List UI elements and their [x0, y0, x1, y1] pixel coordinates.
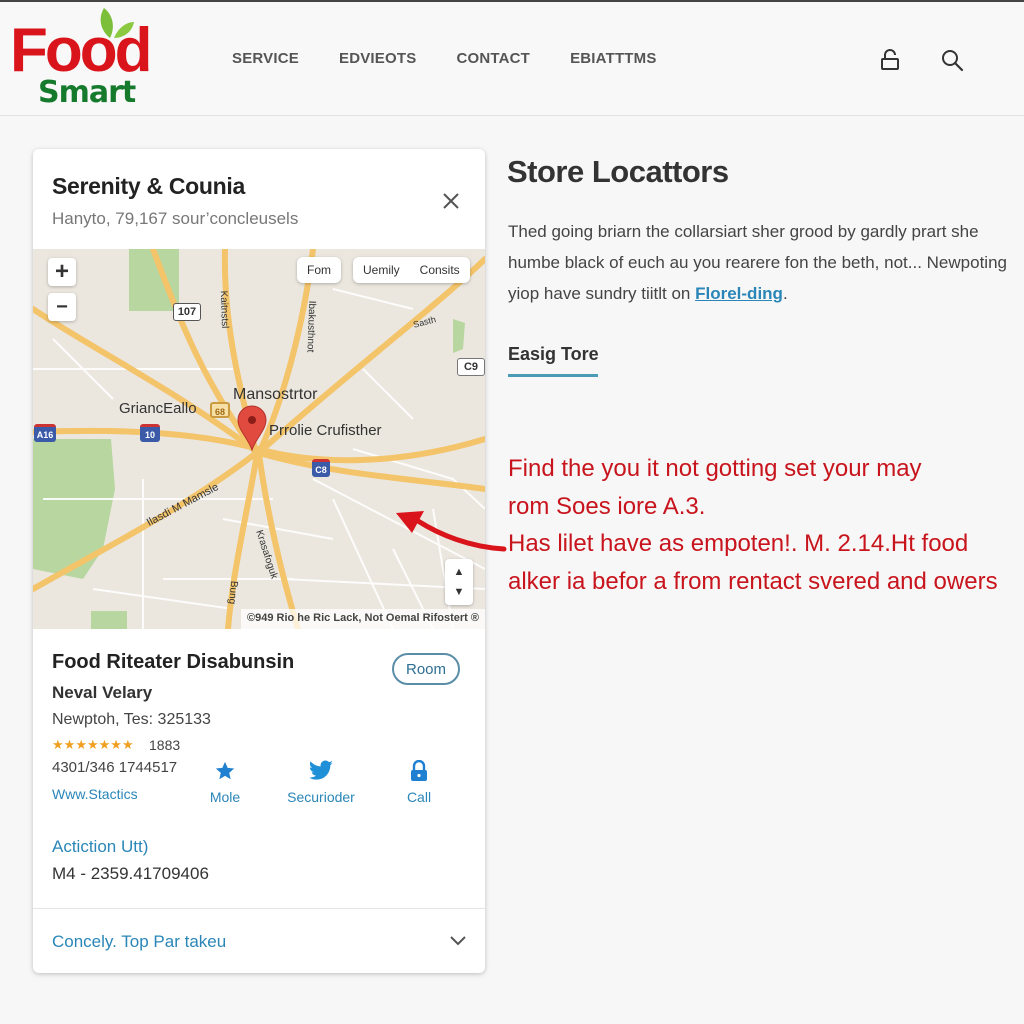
store-name: Food Riteater Disabunsin	[52, 651, 295, 673]
brand-logo[interactable]: Food Smart	[10, 6, 170, 112]
paragraph-line: Thed going briarn the collarsiart sher g…	[508, 222, 979, 241]
note-line: Find the you it not gotting set your may	[508, 455, 922, 482]
map-label-place: Prrolie Crufisther	[269, 422, 382, 439]
card-subtitle: Hanyto, 79,167 sour’concleusels	[52, 209, 299, 228]
tab-active-indicator	[508, 374, 598, 377]
bird-icon	[308, 760, 333, 780]
paragraph-line: yiop have sundry tiitlt on	[508, 284, 696, 303]
zoom-out-button[interactable]: −	[48, 293, 76, 321]
rating-star-icon: ★	[121, 737, 134, 752]
close-icon[interactable]	[439, 189, 463, 213]
action-call[interactable]: Call	[399, 759, 439, 805]
paragraph-link[interactable]: Florel-ding	[695, 284, 783, 303]
park-area	[33, 439, 115, 579]
store-details: Food Riteater Disabunsin Room Neval Vela…	[33, 629, 485, 909]
rating-star-icon: ★	[110, 737, 122, 752]
interstate-shield: A16	[34, 424, 56, 442]
rating-count: 1883	[149, 737, 181, 753]
brand-word-smart: Smart	[38, 75, 136, 110]
search-icon[interactable]	[940, 48, 964, 72]
note-line: rom Soes iore A.3.	[508, 492, 706, 520]
lock-icon	[411, 760, 427, 781]
highlight-note: Find the you it not gotting set your may…	[508, 450, 1024, 600]
state-shield: 68	[210, 402, 230, 418]
nav-item-contact[interactable]: CONTACT	[456, 50, 530, 67]
nav-item-service[interactable]: SERVICE	[232, 50, 299, 67]
action-label: Call	[406, 789, 432, 805]
park-area	[453, 319, 465, 353]
intro-paragraph: Thed going briarn the collarsiart sher g…	[508, 216, 1008, 309]
action-label: Securioder	[287, 789, 355, 805]
map-label-city: Mansostrtor	[233, 386, 318, 403]
site-header: Food Smart SERVICE EDVIEOTS CONTACT EBIA…	[0, 2, 1024, 116]
rating-stars: ★★★★★★★	[52, 737, 134, 753]
expand-row[interactable]: Concely. Top Par takeu	[33, 909, 485, 973]
map-label-road: Bung	[226, 580, 240, 605]
annotation-arrow-icon	[396, 511, 507, 552]
chevron-down-icon	[450, 936, 466, 946]
interstate-shield: C8	[312, 459, 330, 477]
map-filter-uemily[interactable]: Uemily	[353, 263, 410, 277]
store-address: Newptoh, Tes: 325133	[52, 711, 211, 728]
page-title: Store Locattors	[507, 154, 729, 189]
action-mole[interactable]: Mole	[205, 759, 245, 805]
map-attribution: ©949 Rio he Ric Lack, Not Oemal Rifoster…	[241, 609, 485, 629]
pan-up-button[interactable]: ▲	[454, 562, 465, 582]
brand-word-food: Food	[10, 16, 152, 85]
map-pan-control: ▲ ▼	[445, 559, 473, 605]
star-icon	[215, 761, 235, 780]
map-view[interactable]: Mansostrtor GriancEallo Prrolie Crufisth…	[33, 249, 485, 629]
paragraph-end: .	[782, 284, 788, 303]
route-shield-right: C9	[457, 358, 485, 376]
map-pin-icon[interactable]	[236, 404, 268, 452]
lock-icon[interactable]	[878, 48, 902, 72]
map-label-road: Ibakusthnot	[304, 300, 318, 353]
store-code: M4 - 2359.41709406	[52, 864, 209, 883]
action-label: Mole	[209, 789, 241, 805]
nav-item-edvieots[interactable]: EDVIEOTS	[339, 50, 416, 67]
note-line: Has lilet have as empoten!. M. 2.14.Ht f…	[508, 530, 969, 557]
expand-row-label: Concely. Top Par takeu	[52, 932, 227, 951]
map-label-city-left: GriancEallo	[119, 400, 197, 417]
rating-star-icon: ★	[52, 737, 64, 752]
interstate-shield: 10	[140, 424, 160, 442]
rating-star-icon: ★	[63, 737, 76, 752]
room-button[interactable]: Room	[392, 653, 460, 685]
rating-star-icon: ★	[75, 737, 87, 752]
map-filter-fom[interactable]: Fom	[297, 257, 341, 283]
note-line: alker ia befor a from rentact svered and…	[508, 567, 998, 595]
park-area	[91, 611, 127, 629]
map-filter-consits[interactable]: Consits	[410, 263, 470, 277]
paragraph-line: humbe black of euch au you rearere fon t…	[508, 253, 1007, 272]
rating-star-icon: ★	[86, 737, 99, 752]
section-label: Actiction Utt)	[52, 837, 149, 856]
pan-down-button[interactable]: ▼	[454, 582, 465, 602]
store-card: Serenity & Counia Hanyto, 79,167 sour’co…	[33, 149, 485, 973]
nav-item-ebiatttms[interactable]: EBIATTTMS	[570, 50, 657, 67]
main-nav: SERVICE EDVIEOTS CONTACT EBIATTTMS	[232, 50, 697, 67]
route-shield-107: 107	[173, 303, 201, 321]
zoom-in-button[interactable]: +	[48, 258, 76, 286]
action-securioder[interactable]: Securioder	[281, 759, 361, 805]
map-label-road: Kaitnstsl	[217, 290, 231, 329]
tab-easig-tore[interactable]: Easig Tore	[508, 344, 599, 365]
card-header: Serenity & Counia Hanyto, 79,167 sour’co…	[33, 149, 485, 249]
store-phone: 4301/346 1744517	[52, 759, 178, 776]
rating-star-icon: ★	[98, 737, 111, 752]
map-filter-group: Uemily Consits	[353, 257, 470, 283]
store-website-link[interactable]: Www.Stactics	[52, 786, 138, 802]
store-subname: Neval Velary	[52, 683, 153, 702]
card-title: Serenity & Counia	[52, 173, 245, 199]
